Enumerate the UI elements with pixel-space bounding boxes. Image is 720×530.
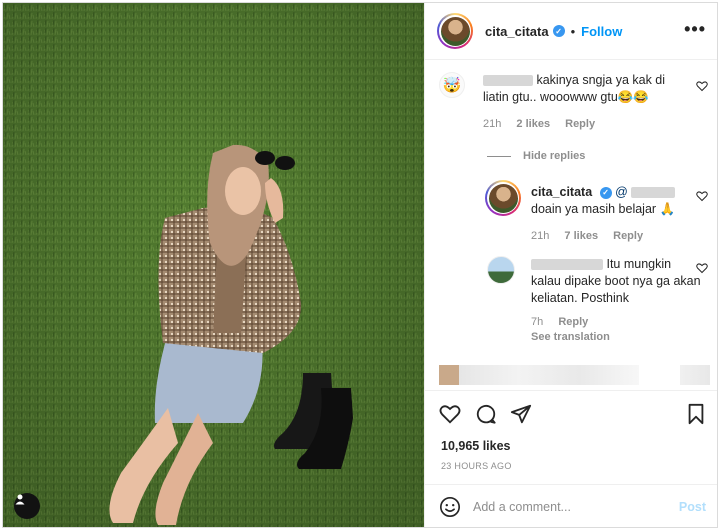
like-reply-heart-icon[interactable] [696, 190, 708, 202]
reply-mention[interactable]: @ [615, 185, 628, 199]
divider-line [487, 155, 511, 157]
blurred-username [483, 75, 533, 87]
reply-reply-button[interactable]: Reply [613, 230, 643, 242]
like-reply-heart-icon[interactable] [696, 262, 708, 274]
like-heart-icon[interactable] [439, 403, 461, 425]
reply-time: 7h [531, 316, 544, 328]
user-tag-icon[interactable] [14, 493, 40, 519]
comment-meta: 21h 2 likes Reply [483, 118, 607, 130]
see-translation-link[interactable]: See translation [531, 331, 610, 343]
commenter-avatar[interactable]: 🤯 [439, 72, 465, 98]
more-options-icon[interactable]: ••• [684, 19, 706, 40]
blurred-mention [631, 187, 676, 199]
like-comment-heart-icon[interactable] [696, 80, 708, 92]
author-avatar[interactable] [437, 13, 473, 49]
reply-username[interactable]: cita_citata [531, 185, 592, 199]
reply-author-avatar[interactable] [485, 180, 521, 216]
comment-reply-button[interactable]: Reply [565, 118, 595, 130]
blurred-content-right [680, 365, 710, 385]
header-separator: • [570, 23, 576, 39]
comment-time: 21h [483, 118, 502, 130]
comment-item: kakinya sngja ya kak di liatin gtu.. woo… [483, 72, 688, 106]
instagram-post: cita_citata ✓ • Follow ••• 🤯 kakinya sng… [2, 2, 718, 528]
likes-count[interactable]: 10,965 likes [441, 439, 511, 453]
photo-illustration [3, 3, 424, 527]
post-photo[interactable] [3, 3, 424, 527]
reply-item: cita_citata ✓ @ doain ya masih belajar 🙏 [531, 184, 691, 218]
comment-bubble-icon[interactable] [475, 403, 497, 425]
share-paper-plane-icon[interactable] [510, 403, 532, 425]
reply-meta: 21h 7 likes Reply [531, 230, 655, 242]
reply-item: Itu mungkin kalau dipake boot nya ga aka… [531, 256, 703, 307]
post-actions [425, 390, 717, 425]
hide-replies-toggle[interactable]: Hide replies [487, 150, 585, 162]
reply-commenter-avatar[interactable] [487, 256, 515, 284]
reply-meta: 7h Reply [531, 316, 600, 328]
verified-badge-icon: ✓ [552, 25, 565, 37]
verified-badge-icon: ✓ [599, 186, 612, 199]
save-bookmark-icon[interactable] [686, 403, 706, 425]
reply-likes[interactable]: 7 likes [564, 230, 598, 242]
emoji-smiley-icon[interactable] [439, 496, 461, 518]
author-username[interactable]: cita_citata [485, 24, 549, 39]
comment-input[interactable]: Add a comment... [473, 500, 679, 514]
post-header: cita_citata ✓ • Follow ••• [425, 3, 717, 60]
add-comment-bar: Add a comment... Post [425, 484, 717, 527]
post-timestamp: 23 HOURS AGO [441, 461, 512, 471]
reply-text: doain ya masih belajar 🙏 [531, 202, 676, 216]
follow-button[interactable]: Follow [581, 24, 622, 39]
post-comment-button[interactable]: Post [679, 500, 706, 514]
reply-reply-button[interactable]: Reply [558, 316, 588, 328]
blurred-username [531, 259, 603, 271]
hide-replies-label[interactable]: Hide replies [523, 150, 585, 162]
comments-section: 🤯 kakinya sngja ya kak di liatin gtu.. w… [425, 60, 717, 390]
reply-time: 21h [531, 230, 550, 242]
post-side-panel: cita_citata ✓ • Follow ••• 🤯 kakinya sng… [424, 3, 717, 527]
blurred-content-strip [439, 365, 639, 385]
comment-likes[interactable]: 2 likes [516, 118, 550, 130]
